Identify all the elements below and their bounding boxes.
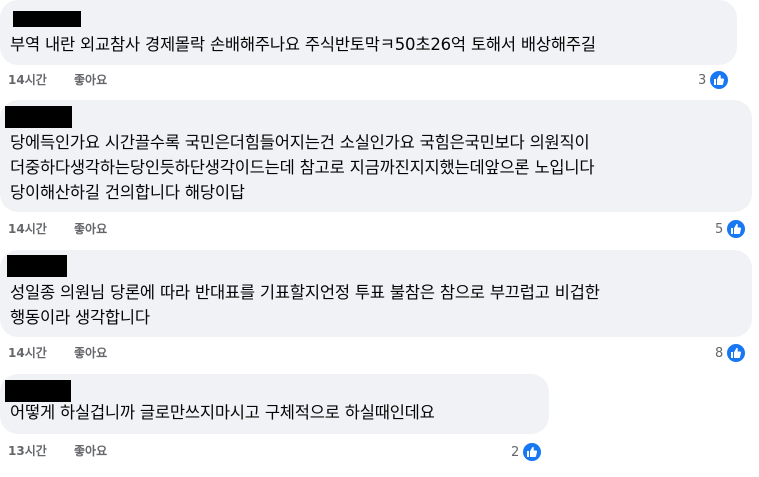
comment-meta: 14시간 좋아요 xyxy=(8,221,107,237)
reaction-count: 3 xyxy=(698,72,707,88)
thumbs-up-icon xyxy=(725,218,748,240)
comment-text: 부역 내란 외교참사 경제몰락 손배해주나요 주식반토막ㅋ50초26억 토해서 … xyxy=(10,35,596,54)
thumbs-up-icon xyxy=(708,69,731,91)
reaction-summary[interactable]: 8 xyxy=(715,341,748,365)
comment-1: 부역 내란 외교참사 경제몰락 손배해주나요 주식반토막ㅋ50초26억 토해서 … xyxy=(0,0,759,96)
reaction-count: 2 xyxy=(511,444,520,460)
comment-text: 성일종 의원님 당론에 따라 반대표를 기표할지언정 투표 불참은 참으로 부끄… xyxy=(10,283,600,327)
comment-3: 성일종 의원님 당론에 따라 반대표를 기표할지언정 투표 불참은 참으로 부끄… xyxy=(0,250,759,370)
comments-thread: 부역 내란 외교참사 경제몰락 손배해주나요 주식반토막ㅋ50초26억 토해서 … xyxy=(0,0,759,477)
comment-text: 어떻게 하실겁니까 글로만쓰지마시고 구체적으로 하실때인데요 xyxy=(10,403,435,422)
comment-time[interactable]: 14시간 xyxy=(8,346,47,360)
author-name-redacted[interactable] xyxy=(5,380,71,402)
comment-meta: 14시간 좋아요 xyxy=(8,72,107,88)
reaction-summary[interactable]: 2 xyxy=(511,440,544,464)
author-name-redacted[interactable] xyxy=(13,11,81,27)
author-name-redacted[interactable] xyxy=(7,255,67,277)
comment-time[interactable]: 13시간 xyxy=(8,444,47,458)
comment-meta: 14시간 좋아요 xyxy=(8,345,107,361)
reaction-count: 5 xyxy=(715,221,724,237)
comment-meta: 13시간 좋아요 xyxy=(8,443,107,459)
like-button[interactable]: 좋아요 xyxy=(74,345,107,361)
thumbs-up-icon xyxy=(725,342,748,364)
comment-time[interactable]: 14시간 xyxy=(8,73,47,87)
comment-4: 어떻게 하실겁니까 글로만쓰지마시고 구체적으로 하실때인데요 13시간 좋아요… xyxy=(0,374,759,477)
reaction-count: 8 xyxy=(715,345,724,361)
like-button[interactable]: 좋아요 xyxy=(74,221,107,237)
author-name-redacted[interactable] xyxy=(5,106,72,128)
reaction-summary[interactable]: 5 xyxy=(715,217,748,241)
like-button[interactable]: 좋아요 xyxy=(74,72,107,88)
comment-text: 당에득인가요 시간끌수록 국민은더힘들어지는건 소실인가요 국힘은국민보다 의원… xyxy=(10,133,595,202)
comment-time[interactable]: 14시간 xyxy=(8,222,47,236)
comment-2: 당에득인가요 시간끌수록 국민은더힘들어지는건 소실인가요 국힘은국민보다 의원… xyxy=(0,100,759,248)
like-button[interactable]: 좋아요 xyxy=(74,443,107,459)
reaction-summary[interactable]: 3 xyxy=(698,68,731,92)
thumbs-up-icon xyxy=(521,441,544,463)
